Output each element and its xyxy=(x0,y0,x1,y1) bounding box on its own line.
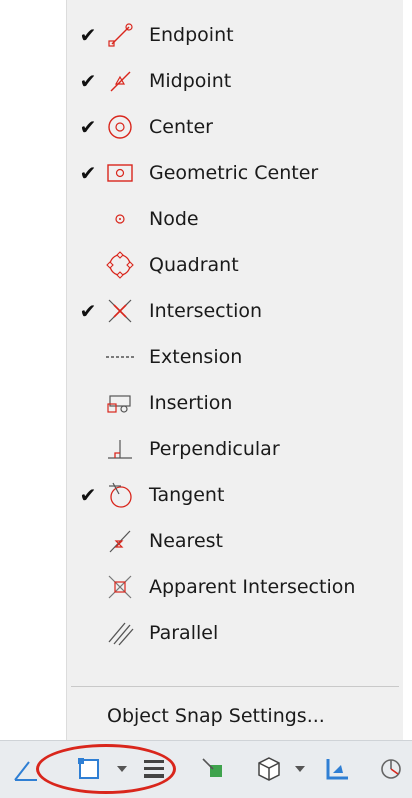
menu-item-label: Tangent xyxy=(149,484,225,506)
nearest-icon xyxy=(103,524,137,558)
lineweight-icon[interactable] xyxy=(138,751,170,787)
menu-item-intersection[interactable]: ✔ Intersection xyxy=(67,288,403,334)
menu-item-label: Quadrant xyxy=(149,254,239,276)
menu-item-extension[interactable]: Extension xyxy=(67,334,403,380)
chevron-down-icon[interactable] xyxy=(292,751,308,787)
menu-item-endpoint[interactable]: ✔ Endpoint xyxy=(67,12,403,58)
tangent-icon xyxy=(103,478,137,512)
endpoint-icon xyxy=(103,18,137,52)
osnap-context-menu: ✔ Endpoint ✔ Midpoint ✔ Center ✔ Geometr… xyxy=(66,0,403,740)
object-snap-icon[interactable] xyxy=(72,751,106,787)
menu-item-label: Center xyxy=(149,116,213,138)
object-snap-settings-item[interactable]: Object Snap Settings... xyxy=(67,694,403,738)
menu-item-perpendicular[interactable]: Perpendicular xyxy=(67,426,403,472)
3d-object-snap-icon[interactable] xyxy=(252,751,286,787)
menu-item-label: Node xyxy=(149,208,199,230)
apparent-intersection-icon xyxy=(103,570,137,604)
menu-item-label: Extension xyxy=(149,346,243,368)
menu-item-apparent-intersection[interactable]: Apparent Intersection xyxy=(67,564,403,610)
menu-item-label: Midpoint xyxy=(149,70,232,92)
menu-item-label: Intersection xyxy=(149,300,263,322)
menu-item-label: Apparent Intersection xyxy=(149,576,356,598)
menu-item-label: Perpendicular xyxy=(149,438,280,460)
menu-item-label: Parallel xyxy=(149,622,219,644)
menu-item-insertion[interactable]: Insertion xyxy=(67,380,403,426)
dynamic-ucs-icon[interactable] xyxy=(320,751,354,787)
annotation-scale-icon[interactable] xyxy=(374,751,408,787)
menu-item-parallel[interactable]: Parallel xyxy=(67,610,403,656)
geometric-center-icon xyxy=(103,156,137,190)
object-snap-settings-label: Object Snap Settings... xyxy=(107,705,325,727)
node-icon xyxy=(103,202,137,236)
menu-item-label: Nearest xyxy=(149,530,223,552)
app-root: ✔ Endpoint ✔ Midpoint ✔ Center ✔ Geometr… xyxy=(0,0,412,798)
menu-separator xyxy=(71,686,399,687)
extension-icon xyxy=(103,340,137,374)
center-icon xyxy=(103,110,137,144)
quadrant-icon xyxy=(103,248,137,282)
menu-item-geometric-center[interactable]: ✔ Geometric Center xyxy=(67,150,403,196)
chevron-down-icon[interactable] xyxy=(114,751,130,787)
check-icon: ✔ xyxy=(79,299,97,323)
parallel-icon xyxy=(103,616,137,650)
menu-item-label: Insertion xyxy=(149,392,233,414)
menu-item-midpoint[interactable]: ✔ Midpoint xyxy=(67,58,403,104)
check-icon: ✔ xyxy=(79,483,97,507)
status-bar-toolbar xyxy=(0,740,412,798)
check-icon: ✔ xyxy=(79,115,97,139)
left-margin xyxy=(0,0,66,740)
check-icon: ✔ xyxy=(79,69,97,93)
menu-item-label: Endpoint xyxy=(149,24,234,46)
polar-tracking-icon[interactable] xyxy=(8,751,44,787)
menu-item-node[interactable]: Node xyxy=(67,196,403,242)
midpoint-icon xyxy=(103,64,137,98)
check-icon: ✔ xyxy=(79,23,97,47)
insertion-icon xyxy=(103,386,137,420)
menu-item-tangent[interactable]: ✔ Tangent xyxy=(67,472,403,518)
perpendicular-icon xyxy=(103,432,137,466)
selection-cycling-icon[interactable] xyxy=(196,751,230,787)
menu-item-quadrant[interactable]: Quadrant xyxy=(67,242,403,288)
menu-item-center[interactable]: ✔ Center xyxy=(67,104,403,150)
menu-item-nearest[interactable]: Nearest xyxy=(67,518,403,564)
menu-item-label: Geometric Center xyxy=(149,162,319,184)
intersection-icon xyxy=(103,294,137,328)
check-icon: ✔ xyxy=(79,161,97,185)
